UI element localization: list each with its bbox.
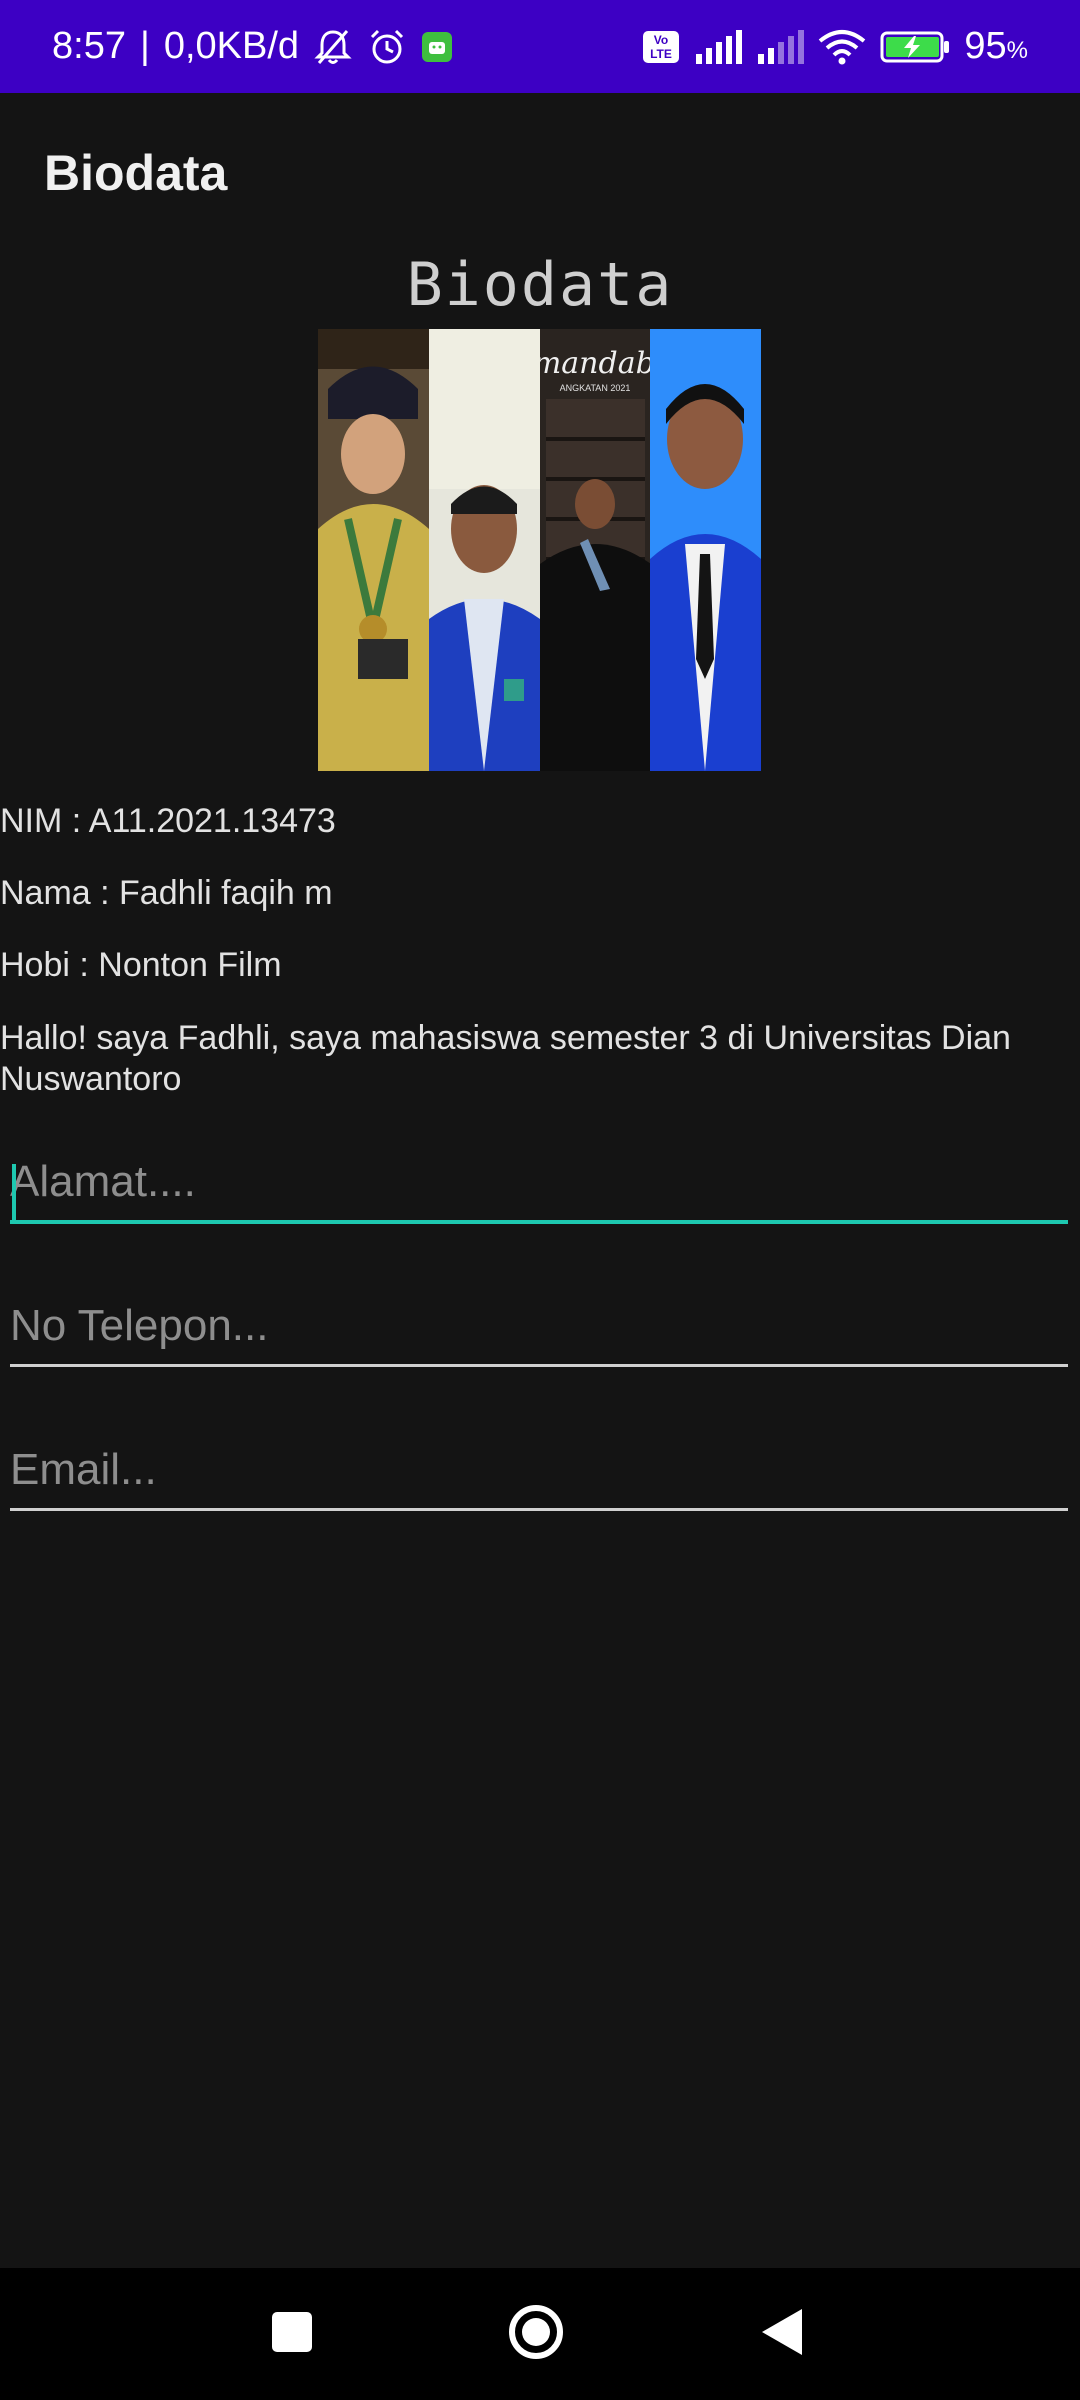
system-nav-bar bbox=[0, 2268, 1080, 2400]
recents-square-icon bbox=[270, 2310, 314, 2359]
photo-strip-formal bbox=[650, 329, 761, 771]
wifi-icon bbox=[818, 29, 866, 65]
battery-level: 95% bbox=[964, 25, 1028, 67]
photo-caption: smandabe bbox=[540, 346, 651, 381]
photo-strip-child bbox=[318, 329, 429, 771]
app-title: Biodata bbox=[44, 145, 228, 201]
home-button[interactable] bbox=[466, 2268, 606, 2400]
back-button[interactable] bbox=[712, 2268, 852, 2400]
email-field[interactable] bbox=[10, 1431, 1068, 1511]
telepon-field[interactable] bbox=[10, 1287, 1068, 1367]
volte-icon: Vo LTE bbox=[642, 30, 680, 64]
status-bar: 8:57 | 0,0KB/d Vo LTE 95% bbox=[0, 0, 1080, 93]
signal-icon bbox=[694, 29, 743, 64]
home-circle-icon bbox=[507, 2303, 565, 2366]
alamat-input[interactable] bbox=[10, 1144, 1068, 1220]
profile-photo-collage: smandabe ANGKATAN 2021 bbox=[318, 329, 761, 771]
signal-weak-icon bbox=[756, 29, 805, 64]
battery-unit: % bbox=[1006, 37, 1028, 64]
photo-strip-teen bbox=[428, 329, 540, 771]
bell-off-icon bbox=[313, 27, 353, 67]
app-bar: Biodata bbox=[0, 93, 1080, 253]
status-data-rate: 0,0KB/d bbox=[163, 25, 300, 67]
telepon-input[interactable] bbox=[10, 1287, 1068, 1364]
svg-text:LTE: LTE bbox=[650, 47, 672, 61]
photo-strip-graduate: smandabe ANGKATAN 2021 bbox=[539, 329, 651, 771]
text-cursor bbox=[12, 1164, 16, 1220]
status-separator: | bbox=[139, 25, 150, 67]
status-left: 8:57 | 0,0KB/d bbox=[52, 25, 453, 68]
battery-charging-icon bbox=[880, 30, 950, 64]
back-triangle-icon bbox=[760, 2307, 804, 2362]
page-heading: Biodata bbox=[406, 250, 674, 320]
recents-button[interactable] bbox=[222, 2268, 362, 2400]
alarm-icon bbox=[367, 27, 407, 67]
status-time: 8:57 bbox=[52, 25, 126, 67]
alamat-field[interactable] bbox=[10, 1144, 1068, 1224]
email-input[interactable] bbox=[10, 1431, 1068, 1508]
svg-text:Vo: Vo bbox=[654, 33, 668, 47]
photo-subcaption: ANGKATAN 2021 bbox=[559, 383, 630, 393]
status-right: Vo LTE 95% bbox=[642, 25, 1028, 68]
nim-text: NIM : A11.2021.13473 bbox=[0, 802, 336, 840]
bio-text: Hallo! saya Fadhli, saya mahasiswa semes… bbox=[0, 1019, 1011, 1098]
android-app-icon bbox=[421, 31, 453, 63]
nama-text: Nama : Fadhli faqih m bbox=[0, 874, 333, 912]
hobi-text: Hobi : Nonton Film bbox=[0, 946, 282, 984]
